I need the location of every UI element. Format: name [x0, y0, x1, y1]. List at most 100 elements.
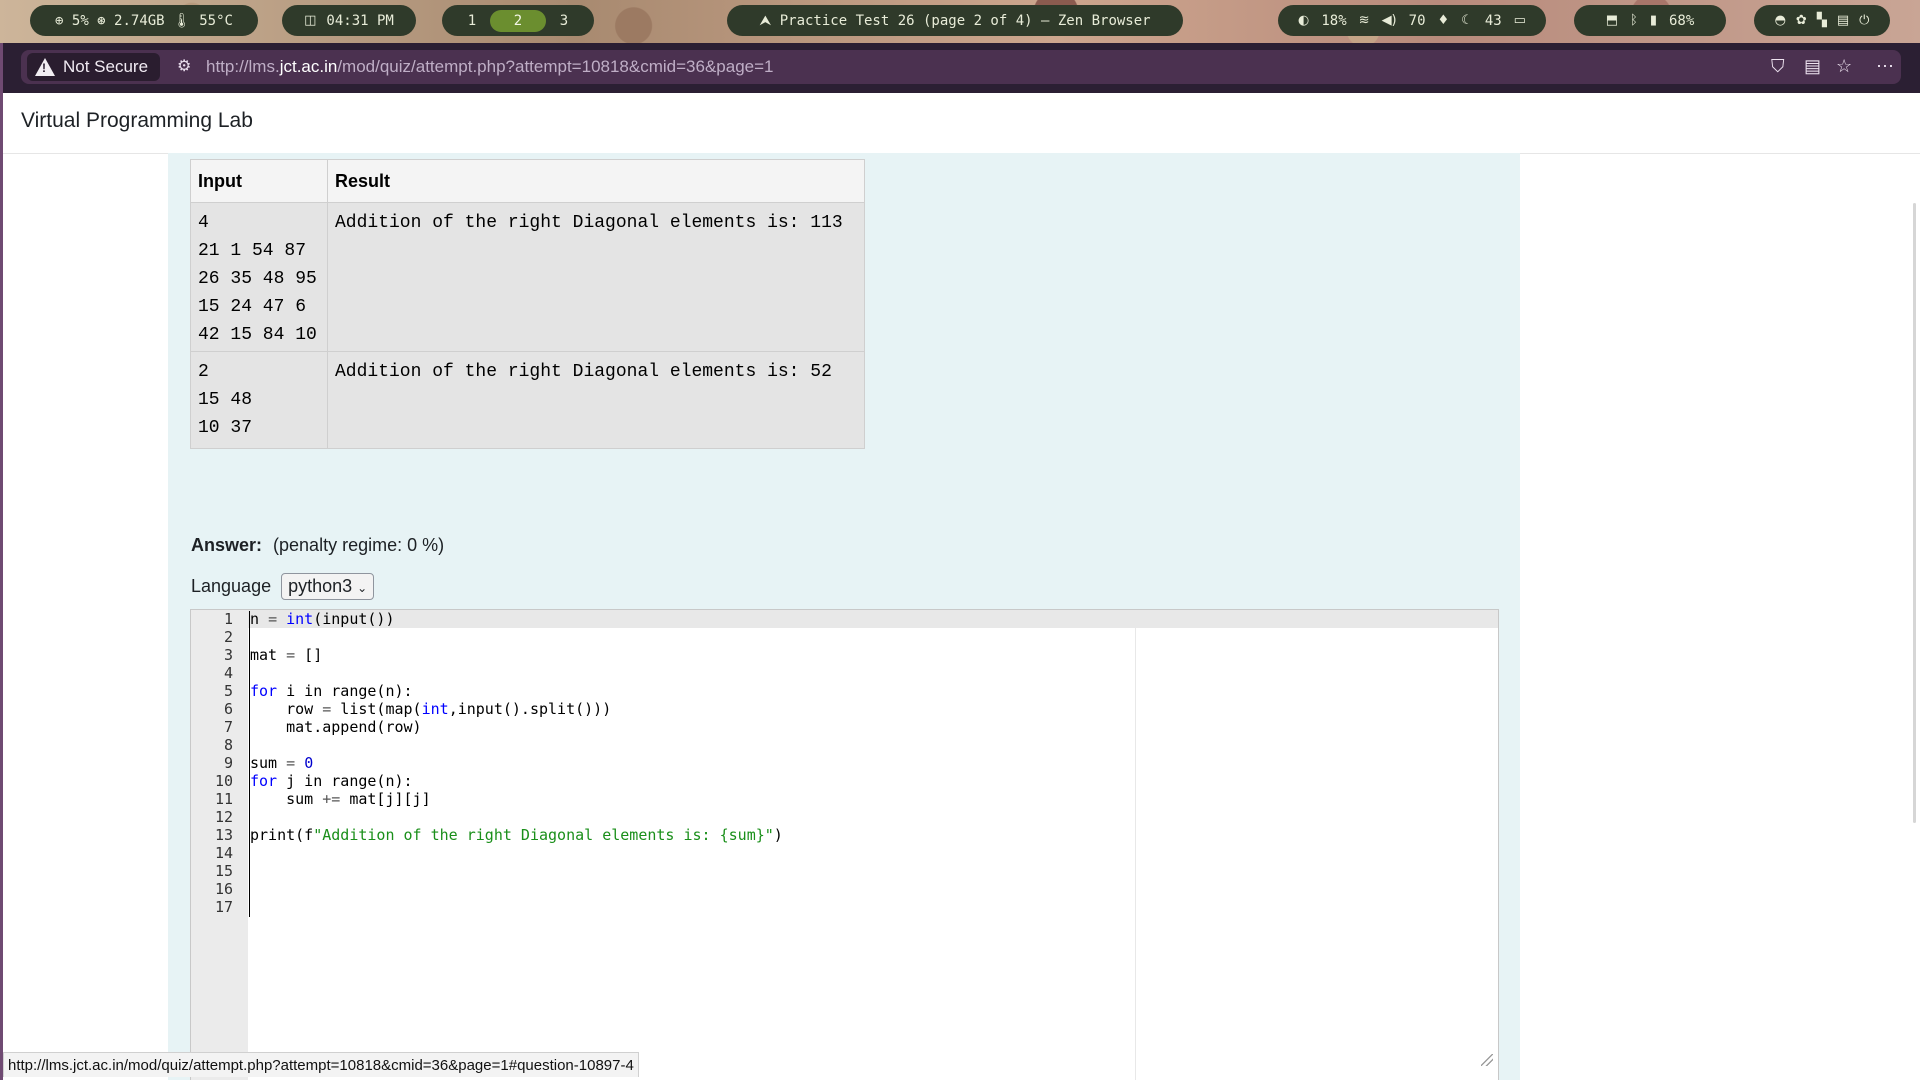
warning-icon: [35, 58, 55, 76]
line-number: 14: [214, 844, 233, 862]
link-status-bar: http://lms.jct.ac.in/mod/quiz/attempt.ph…: [3, 1052, 639, 1077]
line-number: 3: [223, 646, 233, 664]
palette-icon[interactable]: ✿: [1796, 13, 1807, 28]
moon-value: 43: [1484, 12, 1502, 29]
keyboard-icon[interactable]: ▭: [1514, 13, 1526, 28]
volume-value: 70: [1408, 12, 1426, 29]
code-line[interactable]: sum += mat[j][j]: [250, 790, 431, 808]
code-line[interactable]: mat.append(row): [250, 718, 421, 736]
language-select[interactable]: python3 ⌄: [281, 573, 375, 600]
permissions-icon[interactable]: ⚙: [177, 56, 191, 76]
line-number: 11: [214, 790, 233, 808]
network-icon[interactable]: ⬒: [1606, 13, 1618, 28]
page-header: Virtual Programming Lab: [3, 93, 1920, 154]
answer-line: Answer: (penalty regime: 0 %): [191, 535, 444, 556]
table-cell-input: 4 21 1 54 87 26 35 48 95 15 24 47 6 42 1…: [190, 202, 328, 352]
clock[interactable]: ◫ 04:31 PM: [282, 5, 416, 36]
shield-icon[interactable]: ⛉: [1771, 56, 1785, 77]
wifi-icon[interactable]: ≋: [1359, 13, 1370, 28]
line-number: 15: [214, 862, 233, 880]
line-number: 9: [223, 754, 233, 772]
language-value: python3: [288, 576, 353, 596]
table-row: 2 15 48 10 37 Addition of the right Diag…: [190, 351, 865, 449]
penalty-regime: (penalty regime: 0 %): [273, 535, 445, 555]
window-title-text: ⮝ Practice Test 26 (page 2 of 4) — Zen B…: [759, 12, 1151, 29]
bluetooth-icon[interactable]: ᛒ: [1630, 13, 1638, 28]
url-text[interactable]: http://lms.jct.ac.in/mod/quiz/attempt.ph…: [206, 57, 774, 77]
url-domain: jct.ac.in: [279, 57, 338, 76]
clock-text: 04:31 PM: [326, 12, 394, 29]
workspace-1[interactable]: 1: [458, 13, 486, 29]
table-cell-input: 2 15 48 10 37: [190, 351, 328, 449]
table-cell-result: Addition of the right Diagonal elements …: [327, 351, 865, 449]
clipboard-icon[interactable]: ▤: [1837, 13, 1849, 28]
line-number: 12: [214, 808, 233, 826]
workspace-3[interactable]: 3: [550, 13, 578, 29]
battery-value: 68%: [1668, 12, 1695, 29]
code-line[interactable]: for j in range(n):: [250, 772, 413, 790]
window-title: ⮝ Practice Test 26 (page 2 of 4) — Zen B…: [727, 5, 1183, 36]
code-line[interactable]: row = list(map(int,input().split())): [250, 700, 611, 718]
language-label: Language: [191, 576, 272, 596]
url-suffix: /mod/quiz/attempt.php?attempt=10818&cmid…: [337, 57, 774, 76]
print-margin: [1135, 610, 1136, 1080]
bookmark-star-icon[interactable]: ☆: [1836, 56, 1852, 77]
session-tray: ◓ ✿ ▚ ▤ ⏻: [1754, 5, 1890, 36]
browser-toolbar: Not Secure ⚙ http://lms.jct.ac.in/mod/qu…: [3, 43, 1920, 93]
power-icon[interactable]: ⏻: [1859, 13, 1869, 28]
workspace-2[interactable]: 2: [490, 9, 546, 32]
desktop-topbar: ⊕ 5% ⊛ 2.74GB 🌡 55°C ◫ 04:31 PM 1 2 3 ⮝ …: [0, 0, 1920, 43]
code-editor[interactable]: 1 2 3 4 5 6 7 8 9 10 11 12 13 14 15 16 17 n = int(input(…: [190, 609, 1499, 1080]
system-tray: ◐ 18% ≋ ◀) 70 ♦ ☾ 43 ▭: [1278, 5, 1546, 36]
url-prefix: http://lms.: [206, 57, 280, 76]
brightness-icon[interactable]: ◐: [1298, 13, 1309, 28]
answer-label: Answer:: [191, 535, 263, 555]
code-line[interactable]: sum = 0: [250, 754, 313, 772]
question-content: Input Result 4 21 1 54 87 26 35 48 95 15…: [168, 153, 1520, 1080]
menu-icon[interactable]: ⋯: [1876, 56, 1894, 77]
editor-resize-handle[interactable]: [1481, 1054, 1493, 1066]
system-stats-text: ⊕ 5% ⊛ 2.74GB 🌡 55°C: [55, 12, 233, 29]
column-header-input: Input: [190, 159, 328, 203]
language-row: Language python3 ⌄: [191, 573, 375, 600]
windows-icon[interactable]: ▚: [1817, 13, 1827, 28]
security-indicator[interactable]: Not Secure: [27, 53, 161, 81]
workspace-switcher: 1 2 3: [442, 5, 594, 36]
table-header-row: Input Result: [190, 159, 865, 203]
code-line[interactable]: mat = []: [250, 646, 322, 664]
code-line[interactable]: n = int(input()): [250, 610, 395, 628]
browser-window: Not Secure ⚙ http://lms.jct.ac.in/mod/qu…: [0, 43, 1920, 1080]
system-stats: ⊕ 5% ⊛ 2.74GB 🌡 55°C: [30, 5, 258, 36]
line-number: 10: [214, 772, 233, 790]
table-row: 4 21 1 54 87 26 35 48 95 15 24 47 6 42 1…: [190, 202, 865, 352]
ghost-icon[interactable]: ◓: [1775, 13, 1786, 28]
brightness-value: 18%: [1321, 12, 1347, 29]
line-number: 16: [214, 880, 233, 898]
line-number: 1: [223, 610, 233, 628]
reader-view-icon[interactable]: ▤: [1804, 56, 1821, 77]
table-cell-result: Addition of the right Diagonal elements …: [327, 202, 865, 352]
code-line[interactable]: print(f"Addition of the right Diagonal e…: [250, 826, 783, 844]
page-scrollbar[interactable]: [1913, 203, 1916, 823]
chevron-down-icon: ⌄: [357, 581, 368, 595]
code-line[interactable]: for i in range(n):: [250, 682, 413, 700]
line-number: 8: [223, 736, 233, 754]
moon-icon[interactable]: ☾: [1461, 13, 1473, 28]
clock-icon: ◫: [304, 13, 317, 28]
battery-tray: ⬒ ᛒ ▮ 68%: [1574, 5, 1726, 36]
line-number: 2: [223, 628, 233, 646]
active-line-highlight: [248, 610, 1498, 628]
security-label: Not Secure: [63, 57, 149, 76]
line-number-gutter: 1 2 3 4 5 6 7 8 9 10 11 12 13 14 15 16 17: [191, 610, 248, 1080]
line-number: 17: [214, 898, 233, 916]
page-title: Virtual Programming Lab: [21, 109, 253, 132]
line-number: 5: [223, 682, 233, 700]
battery-icon: ▮: [1649, 13, 1657, 28]
url-bar[interactable]: Not Secure ⚙ http://lms.jct.ac.in/mod/qu…: [21, 50, 1901, 84]
line-number: 4: [223, 664, 233, 682]
test-case-table: Input Result 4 21 1 54 87 26 35 48 95 15…: [190, 159, 865, 449]
volume-icon[interactable]: ◀): [1382, 13, 1397, 28]
line-number: 6: [223, 700, 233, 718]
microphone-icon[interactable]: ♦: [1438, 13, 1450, 28]
line-number: 13: [214, 826, 233, 844]
